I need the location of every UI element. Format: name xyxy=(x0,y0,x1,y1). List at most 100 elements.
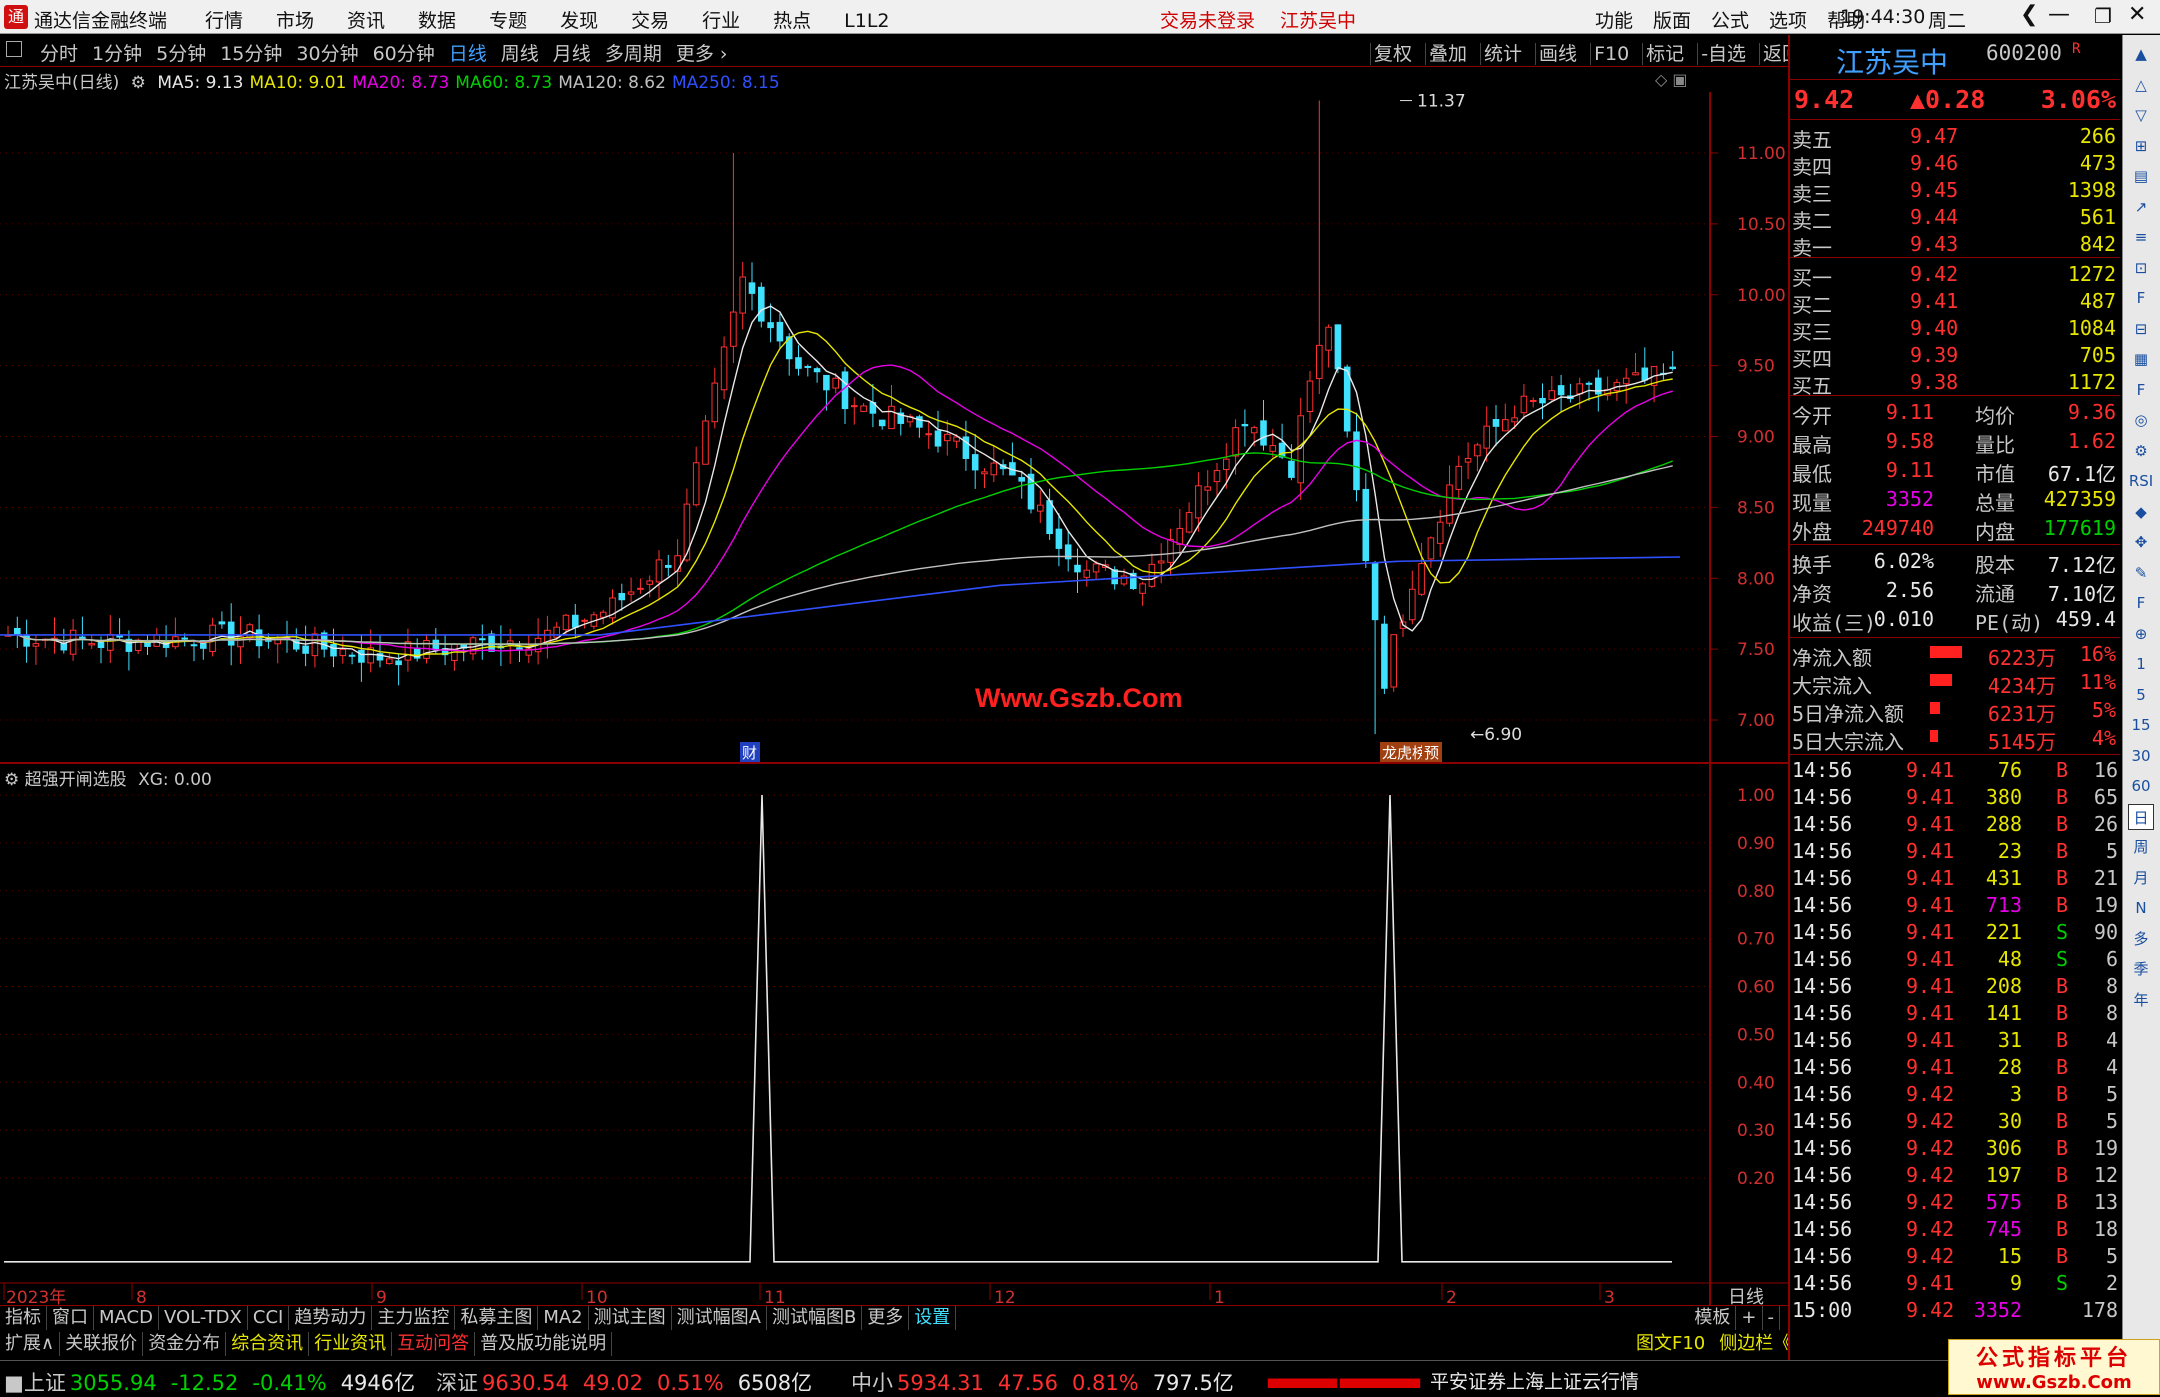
menu-item-9[interactable]: L1L2 xyxy=(844,10,889,32)
indicator-tab-4[interactable]: CCI xyxy=(248,1306,290,1330)
chart-option-icon[interactable]: ◇ ▣ xyxy=(1655,70,1688,89)
period-tab-6[interactable]: 日线 xyxy=(449,43,487,65)
stat2-row-2[interactable]: 收益(三) 0.010 PE(动) 459.4 xyxy=(1790,605,2120,635)
bid-row-2[interactable]: 买三 9.40 1084 xyxy=(1790,314,2120,344)
side-tool-24[interactable]: 60 xyxy=(2128,773,2154,799)
template-btn-1[interactable]: + xyxy=(1736,1306,1763,1330)
side-tool-3[interactable]: ⊞ xyxy=(2128,133,2154,159)
menu-item-0[interactable]: 行情 xyxy=(205,10,243,32)
stat-row-1[interactable]: 最高 9.58 量比 1.62 xyxy=(1790,427,2120,457)
template-btn-0[interactable]: 模板 xyxy=(1689,1306,1737,1330)
side-tool-11[interactable]: F xyxy=(2128,377,2154,403)
tick-row-11[interactable]: 14:56 9.41 28 B 4 xyxy=(1790,1053,2120,1080)
tick-row-9[interactable]: 14:56 9.41 141 B 8 xyxy=(1790,999,2120,1026)
side-tool-0[interactable]: ▲ xyxy=(2128,41,2154,67)
ext-tab-4[interactable]: 行业资讯 xyxy=(309,1332,393,1356)
period-tab-5[interactable]: 60分钟 xyxy=(373,43,435,65)
right-menu-item-3[interactable]: 选项 xyxy=(1769,10,1807,32)
sub-settings-icon[interactable]: ⚙ xyxy=(4,770,19,790)
indicator-tab-12[interactable]: 更多 xyxy=(862,1306,910,1330)
period-tab-4[interactable]: 30分钟 xyxy=(296,43,358,65)
indicator-tab-1[interactable]: 窗口 xyxy=(47,1306,94,1330)
restore-icon[interactable]: ❐ xyxy=(2094,4,2112,28)
template-btn-2[interactable]: - xyxy=(1763,1306,1780,1330)
period-tab-3[interactable]: 15分钟 xyxy=(220,43,282,65)
chart-tool-4[interactable]: F10 xyxy=(1590,43,1633,65)
flow-row-3[interactable]: 5日大宗流入 5145万 4% xyxy=(1790,724,2120,754)
right-menu-item-2[interactable]: 公式 xyxy=(1711,10,1749,32)
tick-row-3[interactable]: 14:56 9.41 23 B 5 xyxy=(1790,837,2120,864)
tick-row-14[interactable]: 14:56 9.42 306 B 19 xyxy=(1790,1134,2120,1161)
index-1[interactable]: 深证 9630.54 49.02 0.51% 6508亿 xyxy=(436,1367,812,1397)
ask-row-4[interactable]: 卖一 9.43 842 xyxy=(1790,230,2120,260)
ask-row-1[interactable]: 卖四 9.46 473 xyxy=(1790,149,2120,179)
period-tab-10[interactable]: 更多 › xyxy=(676,43,728,65)
ask-row-0[interactable]: 卖五 9.47 266 xyxy=(1790,122,2120,152)
side-tool-14[interactable]: RSI xyxy=(2128,468,2154,494)
chart-area[interactable]: 11.00 10.50 10.00 9.50 9.00 8.50 8.00 7.50 7.00 1… xyxy=(0,92,1788,1307)
event-marker[interactable]: 预 xyxy=(1424,744,1439,762)
ext-tab-3[interactable]: 综合资讯 xyxy=(226,1332,310,1356)
side-tool-21[interactable]: 5 xyxy=(2128,682,2154,708)
menu-item-7[interactable]: 行业 xyxy=(702,10,740,32)
menu-item-4[interactable]: 专题 xyxy=(489,10,527,32)
indicator-tab-5[interactable]: 趋势动力 xyxy=(289,1306,373,1330)
event-marker[interactable]: 财 xyxy=(742,744,757,762)
side-tool-29[interactable]: 多 xyxy=(2128,926,2154,952)
tick-row-18[interactable]: 14:56 9.42 15 B 5 xyxy=(1790,1242,2120,1269)
side-tool-18[interactable]: F xyxy=(2128,590,2154,616)
side-tool-19[interactable]: ⊕ xyxy=(2128,621,2154,647)
minimize-icon[interactable]: — xyxy=(2048,2,2070,27)
right-ext-tab-0[interactable]: 图文F10 xyxy=(1636,1333,1705,1354)
side-tool-5[interactable]: ↗ xyxy=(2128,194,2154,220)
menu-item-5[interactable]: 发现 xyxy=(560,10,598,32)
chart-tool-0[interactable]: 复权 xyxy=(1370,43,1416,65)
side-tool-22[interactable]: 15 xyxy=(2128,712,2154,738)
side-tool-12[interactable]: ◎ xyxy=(2128,407,2154,433)
back-icon[interactable]: ❮ xyxy=(2020,2,2038,27)
side-tool-28[interactable]: N xyxy=(2128,895,2154,921)
tick-row-13[interactable]: 14:56 9.42 30 B 5 xyxy=(1790,1107,2120,1134)
login-status[interactable]: 交易未登录 xyxy=(1160,6,1255,33)
side-tool-16[interactable]: ✥ xyxy=(2128,529,2154,555)
chart-tool-3[interactable]: 画线 xyxy=(1535,43,1581,65)
right-menu-item-1[interactable]: 版面 xyxy=(1653,10,1691,32)
side-tool-20[interactable]: 1 xyxy=(2128,651,2154,677)
side-tool-4[interactable]: ▤ xyxy=(2128,163,2154,189)
side-tool-27[interactable]: 月 xyxy=(2128,865,2154,891)
bid-row-3[interactable]: 买四 9.39 705 xyxy=(1790,341,2120,371)
side-tool-7[interactable]: ⊡ xyxy=(2128,255,2154,281)
flow-row-1[interactable]: 大宗流入 4234万 11% xyxy=(1790,668,2120,698)
ext-tab-6[interactable]: 普及版功能说明 xyxy=(475,1332,613,1356)
menu-item-6[interactable]: 交易 xyxy=(631,10,669,32)
tick-row-10[interactable]: 14:56 9.41 31 B 4 xyxy=(1790,1026,2120,1053)
side-tool-23[interactable]: 30 xyxy=(2128,743,2154,769)
side-tool-1[interactable]: △ xyxy=(2128,72,2154,98)
indicator-tab-13[interactable]: 设置 xyxy=(909,1306,957,1330)
indicator-tab-2[interactable]: MACD xyxy=(94,1306,159,1330)
indicator-tab-3[interactable]: VOL-TDX xyxy=(159,1306,248,1330)
side-tool-17[interactable]: ✎ xyxy=(2128,560,2154,586)
close-icon[interactable]: ✕ xyxy=(2128,2,2146,27)
period-tab-1[interactable]: 1分钟 xyxy=(92,43,142,65)
side-tool-10[interactable]: ▦ xyxy=(2128,346,2154,372)
flow-row-2[interactable]: 5日净流入额 6231万 5% xyxy=(1790,696,2120,726)
tick-row-1[interactable]: 14:56 9.41 380 B 65 xyxy=(1790,783,2120,810)
chart-tool-6[interactable]: -自选 xyxy=(1697,43,1750,65)
bid-row-1[interactable]: 买二 9.41 487 xyxy=(1790,287,2120,317)
menu-item-1[interactable]: 市场 xyxy=(276,10,314,32)
chart-tool-2[interactable]: 统计 xyxy=(1480,43,1526,65)
tick-row-20[interactable]: 15:00 9.42 3352 178 xyxy=(1790,1296,2120,1323)
stat2-row-1[interactable]: 净资 2.56 流通 7.10亿 xyxy=(1790,576,2120,606)
side-tool-6[interactable]: ≡ xyxy=(2128,224,2154,250)
tick-row-8[interactable]: 14:56 9.41 208 B 8 xyxy=(1790,972,2120,999)
ext-tab-5[interactable]: 互动问答 xyxy=(392,1332,476,1356)
indicator-tab-9[interactable]: 测试主图 xyxy=(589,1306,672,1330)
tick-row-0[interactable]: 14:56 9.41 76 B 16 xyxy=(1790,756,2120,783)
tick-row-16[interactable]: 14:56 9.42 575 B 13 xyxy=(1790,1188,2120,1215)
tick-row-17[interactable]: 14:56 9.42 745 B 18 xyxy=(1790,1215,2120,1242)
ask-row-3[interactable]: 卖二 9.44 561 xyxy=(1790,203,2120,233)
side-tool-26[interactable]: 周 xyxy=(2128,834,2154,860)
indicator-tab-6[interactable]: 主力监控 xyxy=(372,1306,456,1330)
side-tool-2[interactable]: ▽ xyxy=(2128,102,2154,128)
